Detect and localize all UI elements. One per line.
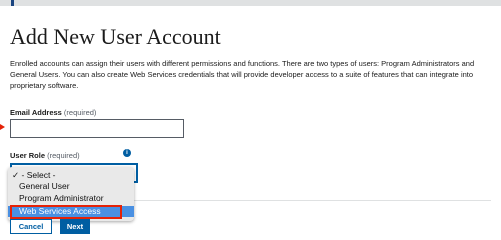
email-label-text: Email Address bbox=[10, 108, 62, 117]
user-role-label-text: User Role bbox=[10, 151, 46, 160]
dropdown-option-select-label: - Select - bbox=[21, 170, 56, 180]
dropdown-option-select[interactable]: ✓ - Select - bbox=[8, 170, 134, 180]
page-title: Add New User Account bbox=[10, 24, 221, 49]
cancel-button[interactable]: Cancel bbox=[10, 219, 52, 234]
top-border-bar bbox=[0, 0, 501, 6]
email-field[interactable] bbox=[10, 119, 184, 138]
highlight-box bbox=[10, 205, 122, 219]
email-required-text: (required) bbox=[63, 108, 97, 117]
top-bar-accent bbox=[11, 0, 14, 6]
user-role-required-text: (required) bbox=[47, 151, 80, 160]
intro-text: Enrolled accounts can assign their users… bbox=[10, 59, 475, 90]
user-role-label: User Role (required) bbox=[10, 151, 80, 160]
pointer-arrow-icon bbox=[0, 124, 5, 130]
next-button[interactable]: Next bbox=[60, 219, 90, 234]
check-mark-icon: ✓ bbox=[12, 170, 20, 180]
dropdown-option-general-user[interactable]: General User bbox=[8, 181, 134, 191]
info-icon[interactable]: i bbox=[123, 149, 131, 157]
email-field-label: Email Address (required) bbox=[10, 108, 96, 117]
dropdown-option-program-administrator[interactable]: Program Administrator bbox=[8, 193, 134, 203]
